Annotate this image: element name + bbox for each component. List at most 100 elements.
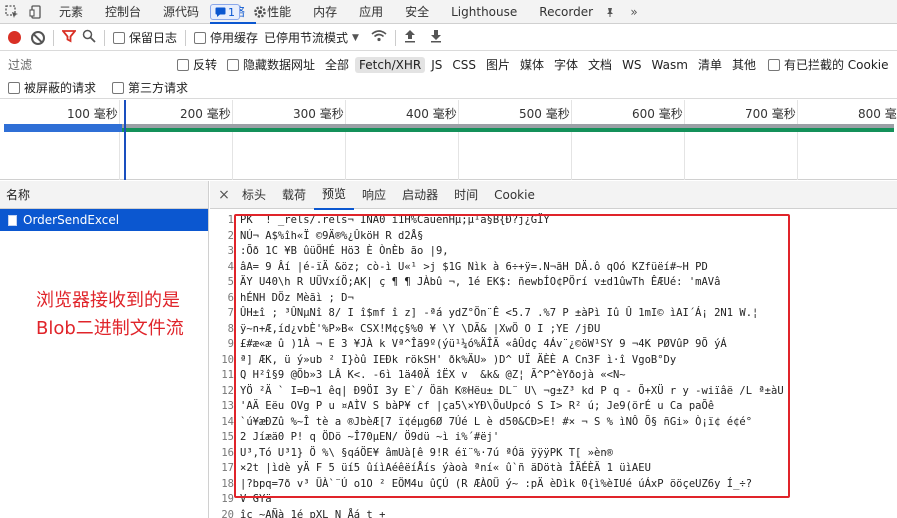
tick-gridline	[119, 100, 120, 180]
type-filter-other[interactable]: 其他	[728, 55, 760, 74]
type-filter-wasm[interactable]: Wasm	[648, 57, 692, 73]
line-number: 9	[210, 337, 240, 353]
type-filter-css[interactable]: CSS	[448, 57, 480, 73]
clear-icon[interactable]	[31, 31, 45, 45]
export-har-download-icon[interactable]	[430, 29, 442, 46]
preview-binary-content[interactable]: 1 PK  ! _rels/.rels¬ INA0 ì1H%CaüénH…	[210, 209, 897, 518]
line-text: V GYä	[240, 492, 272, 508]
tab-console[interactable]: 控制台	[94, 0, 152, 24]
line-number: 15	[210, 430, 240, 446]
type-filter-fetch-xhr[interactable]: Fetch/XHR	[355, 57, 425, 73]
type-filter-media[interactable]: 媒体	[516, 55, 548, 74]
line-number: 18	[210, 477, 240, 493]
hide-data-urls-checkbox[interactable]: 隐藏数据网址	[227, 56, 315, 73]
timeline-bar-download	[122, 128, 894, 132]
tab-preview[interactable]: 预览	[314, 180, 354, 210]
tab-headers[interactable]: 标头	[234, 181, 274, 209]
line-text: ÄY U40\h R UÜVxíÖ;AK| ç ¶ ¶ JÀbû ¬, 1é E…	[240, 275, 720, 291]
preserve-log-checkbox[interactable]: 保留日志	[113, 29, 177, 46]
devtools-tab-bar: 元素 控制台 源代码 网络 性能 内存 应用 安全 Lighthouse Rec…	[0, 0, 897, 24]
timeline-ruler: 100 毫秒 200 毫秒 300 毫秒 400 毫秒 500 毫秒 600 毫…	[0, 100, 897, 124]
line-text: |?bpq=7ð v³ ÜÀ`¨Ú o1O ² EÖM4u ûÇÚ (R ÆÀO…	[240, 477, 752, 493]
checkbox-box[interactable]	[194, 32, 206, 44]
inspect-element-icon[interactable]	[0, 0, 24, 24]
third-party-checkbox[interactable]: 第三方请求	[112, 79, 188, 96]
document-icon	[8, 215, 17, 226]
tick-label: 300 毫秒	[293, 105, 344, 122]
name-column-header[interactable]: 名称	[0, 181, 208, 209]
annotation-line-1: 浏览器接收到的是	[36, 287, 184, 315]
checkbox-box[interactable]	[113, 32, 125, 44]
type-filter-doc[interactable]: 文档	[584, 55, 616, 74]
type-filter-manifest[interactable]: 清单	[694, 55, 726, 74]
code-line: 2 NÚ¬ A$%îh«Ï ©9Ä®%¿ÛköH R d2Å§	[210, 229, 897, 245]
code-line: 6 hÉNH DÖz Mèãì ; D¬	[210, 291, 897, 307]
close-icon[interactable]: ×	[214, 187, 234, 203]
tick-gridline	[684, 100, 685, 180]
filter-funnel-icon[interactable]	[62, 29, 76, 46]
type-filter-js[interactable]: JS	[427, 57, 446, 73]
code-line: 8 ÿ~n+Æ,íd¿vbÈ'%P»B« CSX!M¢ç§%0 ¥ \Y \DÃ&…	[210, 322, 897, 338]
line-number: 4	[210, 260, 240, 276]
tab-sources[interactable]: 源代码	[152, 0, 210, 24]
line-number: 8	[210, 322, 240, 338]
disable-cache-checkbox[interactable]: 停用缓存	[194, 29, 258, 46]
checkbox-box[interactable]	[8, 82, 20, 94]
type-filter-all[interactable]: 全部	[321, 55, 353, 74]
detail-tabs: × 标头 载荷 预览 响应 启动器 时间 Cookie	[210, 181, 897, 209]
line-text: ÿ~n+Æ,íd¿vbÈ'%P»B« CSX!M¢ç§%0 ¥ \Y \DÃ& …	[240, 322, 600, 338]
tab-response[interactable]: 响应	[354, 181, 394, 209]
tab-timing[interactable]: 时间	[446, 181, 486, 209]
throttling-select[interactable]: 已停用节流模式 ▼	[264, 29, 359, 46]
line-number: 11	[210, 368, 240, 384]
tick-label: 800 毫秒	[858, 105, 897, 122]
tab-cookies[interactable]: Cookie	[486, 181, 543, 209]
line-number: 19	[210, 492, 240, 508]
code-line: 1 PK  ! _rels/.rels¬ INA0 ì1H%CaüénH…	[210, 213, 897, 229]
record-icon[interactable]	[8, 31, 21, 44]
line-text: ×2t |ìdè yÄ F 5 üí5 ûíìAéêëíÅís ýàoà ªní…	[240, 461, 651, 477]
code-line: 12 YÖ ²Ä ` I=Ð¬1 êq| Ð9ÖI 3y E`/ Öãh K®Hë…	[210, 384, 897, 400]
line-number: 2	[210, 229, 240, 245]
line-text: ÛH±î ; ³ÛNµNî 8/ I î$mf î z] -ªá ydZ°Ön¨…	[240, 306, 758, 322]
line-number: 14	[210, 415, 240, 431]
more-options-icon[interactable]: ⋮	[272, 0, 296, 24]
line-number: 10	[210, 353, 240, 369]
checkbox-box[interactable]	[177, 59, 189, 71]
blocked-requests-checkbox[interactable]: 被屏蔽的请求	[8, 79, 96, 96]
line-text: YÖ ²Ä ` I=Ð¬1 êq| Ð9ÖI 3y E`/ Öãh K®Hëu±…	[240, 384, 784, 400]
tick-gridline	[797, 100, 798, 180]
tab-payload[interactable]: 载荷	[274, 181, 314, 209]
device-toolbar-icon[interactable]	[24, 0, 48, 24]
blocked-cookies-checkbox[interactable]: 有已拦截的 Cookie	[768, 56, 889, 73]
line-text: £#æ«æ û )1À ¬ E 3 ¥JÀ k Vª^Îã9º(ýü¹¼ó%ÄÎ…	[240, 337, 727, 353]
code-line: 11 Q H²î§9 @Õb»3 LÂ K<. -6ì 1ä40Ä îËX v ­…	[210, 368, 897, 384]
type-filter-img[interactable]: 图片	[482, 55, 514, 74]
line-number: 3	[210, 244, 240, 260]
third-party-label: 第三方请求	[128, 79, 188, 96]
timeline-overview[interactable]: 100 毫秒 200 毫秒 300 毫秒 400 毫秒 500 毫秒 600 毫…	[0, 100, 897, 180]
code-line: 19 V GYä	[210, 492, 897, 508]
import-har-upload-icon[interactable]	[404, 29, 416, 46]
network-conditions-wifi-icon[interactable]	[371, 29, 387, 46]
tick-gridline	[232, 100, 233, 180]
code-line: 3:Õð 1C ¥B ûüÖHÉ Hö3 È ÒnÈb ão |9,	[210, 244, 897, 260]
line-text: 2 Jíæä0 P! q ÖDö ~Î70µEN/ Ö9dü ~ì i%´#ëj…	[240, 430, 499, 446]
network-toolbar: 保留日志 停用缓存 已停用节流模式 ▼	[0, 25, 897, 51]
invert-checkbox[interactable]: 反转	[177, 56, 217, 73]
search-icon[interactable]	[82, 29, 96, 46]
line-text: 'AÄ Eëu OVg P u ¤AÌV S bàP¥ cf |ça5\×YÐ\…	[240, 399, 714, 415]
checkbox-box[interactable]	[112, 82, 124, 94]
request-row[interactable]: OrderSendExcel	[0, 209, 208, 231]
tab-elements[interactable]: 元素	[48, 0, 94, 24]
filter-input[interactable]: 过滤	[8, 56, 173, 73]
issues-badge[interactable]: 1	[210, 4, 240, 20]
resource-type-filters: 全部 Fetch/XHR JS CSS 图片 媒体 字体 文档 WS Wasm …	[321, 55, 760, 74]
type-filter-ws[interactable]: WS	[618, 57, 645, 73]
tick-label: 500 毫秒	[519, 105, 570, 122]
checkbox-box[interactable]	[768, 59, 780, 71]
settings-gear-icon[interactable]	[248, 0, 272, 24]
tab-initiator[interactable]: 启动器	[394, 181, 446, 209]
type-filter-font[interactable]: 字体	[550, 55, 582, 74]
checkbox-box[interactable]	[227, 59, 239, 71]
